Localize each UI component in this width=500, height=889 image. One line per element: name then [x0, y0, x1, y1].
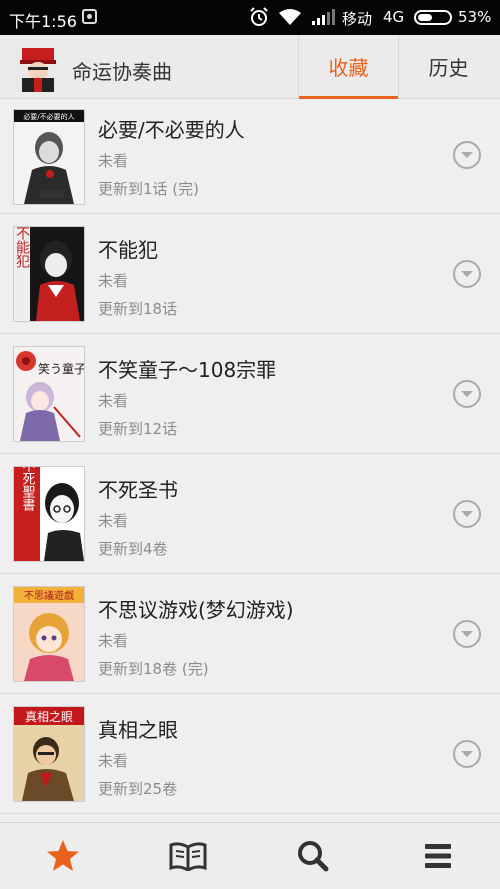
update-info: 更新到4卷 [98, 540, 168, 558]
read-status: 未看 [98, 392, 129, 410]
cover-title-text: 不思議遊戯 [24, 589, 74, 602]
tab-history[interactable]: 历史 [398, 35, 498, 98]
nav-library[interactable] [125, 823, 250, 889]
menu-icon [424, 844, 451, 868]
favorites-list: 必要/不必要的人 必要/不必要的人 未看 更新到1话 (完) 不能犯 不能犯 未… [0, 100, 500, 822]
update-info: 更新到25卷 [98, 780, 178, 798]
chevron-down-icon[interactable] [452, 739, 482, 769]
cover-title-text: 必要/不必要的人 [23, 112, 74, 121]
nav-favorites[interactable] [0, 823, 125, 889]
comic-title: 不笑童子～108宗罪 [98, 358, 277, 382]
update-info: 更新到18话 [98, 300, 178, 318]
wifi-icon [279, 9, 301, 25]
update-info: 更新到1话 (完) [98, 180, 200, 198]
network-type: 4G [383, 8, 405, 26]
book-icon [169, 842, 206, 871]
cover-title-text: 真相之眼 [25, 710, 73, 724]
cover-title-text: 笑う童子 [38, 361, 84, 376]
chevron-down-icon[interactable] [452, 140, 482, 170]
tab-history-label: 历史 [428, 56, 469, 80]
status-time: 下午1:56 [9, 12, 77, 31]
comic-title: 不思议游戏(梦幻游戏) [98, 598, 294, 622]
cover-image: 必要/不必要的人 [14, 110, 84, 204]
cover-title-text: 不死聖書 [20, 467, 36, 512]
list-item[interactable]: 必要/不必要的人 必要/不必要的人 未看 更新到1话 (完) [0, 100, 500, 214]
tab-favorites[interactable]: 收藏 [298, 35, 398, 99]
carrier-label: 移动 [342, 10, 373, 28]
list-item[interactable]: 不死聖書 不死圣书 未看 更新到4卷 [0, 454, 500, 574]
chevron-down-icon[interactable] [452, 619, 482, 649]
signal-icon [312, 9, 335, 25]
page-title: 命运协奏曲 [72, 60, 172, 84]
alarm-icon [250, 7, 268, 26]
app-header: 命运协奏曲 收藏 历史 [0, 35, 500, 99]
cover-image: 不死聖書 [14, 467, 84, 561]
bottom-nav [0, 822, 500, 889]
read-status: 未看 [98, 152, 129, 170]
cover-image: 笑う童子 [14, 347, 84, 441]
notification-icon [82, 9, 97, 24]
battery-icon [414, 10, 452, 25]
status-bar: 下午1:56 移动 4G 53% [0, 0, 500, 35]
cover-image: 真相之眼 [14, 707, 84, 801]
update-info: 更新到18卷 (完) [98, 660, 209, 678]
list-item[interactable]: 笑う童子 不笑童子～108宗罪 未看 更新到12话 [0, 334, 500, 454]
chevron-down-icon[interactable] [452, 379, 482, 409]
chevron-down-icon[interactable] [452, 499, 482, 529]
battery-percent: 53% [458, 8, 492, 26]
star-icon [46, 840, 79, 871]
avatar[interactable] [14, 44, 62, 92]
search-icon [297, 841, 328, 872]
comic-title: 必要/不必要的人 [98, 118, 245, 142]
read-status: 未看 [98, 752, 129, 770]
list-item[interactable]: 真相之眼 真相之眼 未看 更新到25卷 [0, 694, 500, 814]
cover-image: 不思議遊戯 [14, 587, 84, 681]
list-item[interactable]: 不能犯 不能犯 未看 更新到18话 [0, 214, 500, 334]
comic-title: 不能犯 [98, 238, 158, 262]
nav-menu[interactable] [375, 823, 500, 889]
tab-favorites-label: 收藏 [328, 56, 369, 80]
comic-title: 不死圣书 [98, 478, 178, 502]
read-status: 未看 [98, 632, 129, 650]
list-item[interactable]: 不思議遊戯 不思议游戏(梦幻游戏) 未看 更新到18卷 (完) [0, 574, 500, 694]
cover-image: 不能犯 [14, 227, 84, 321]
nav-search[interactable] [250, 823, 375, 889]
read-status: 未看 [98, 512, 129, 530]
update-info: 更新到12话 [98, 420, 178, 438]
comic-title: 真相之眼 [98, 718, 178, 742]
read-status: 未看 [98, 272, 129, 290]
chevron-down-icon[interactable] [452, 259, 482, 289]
cover-title-text: 不能犯 [14, 227, 30, 269]
